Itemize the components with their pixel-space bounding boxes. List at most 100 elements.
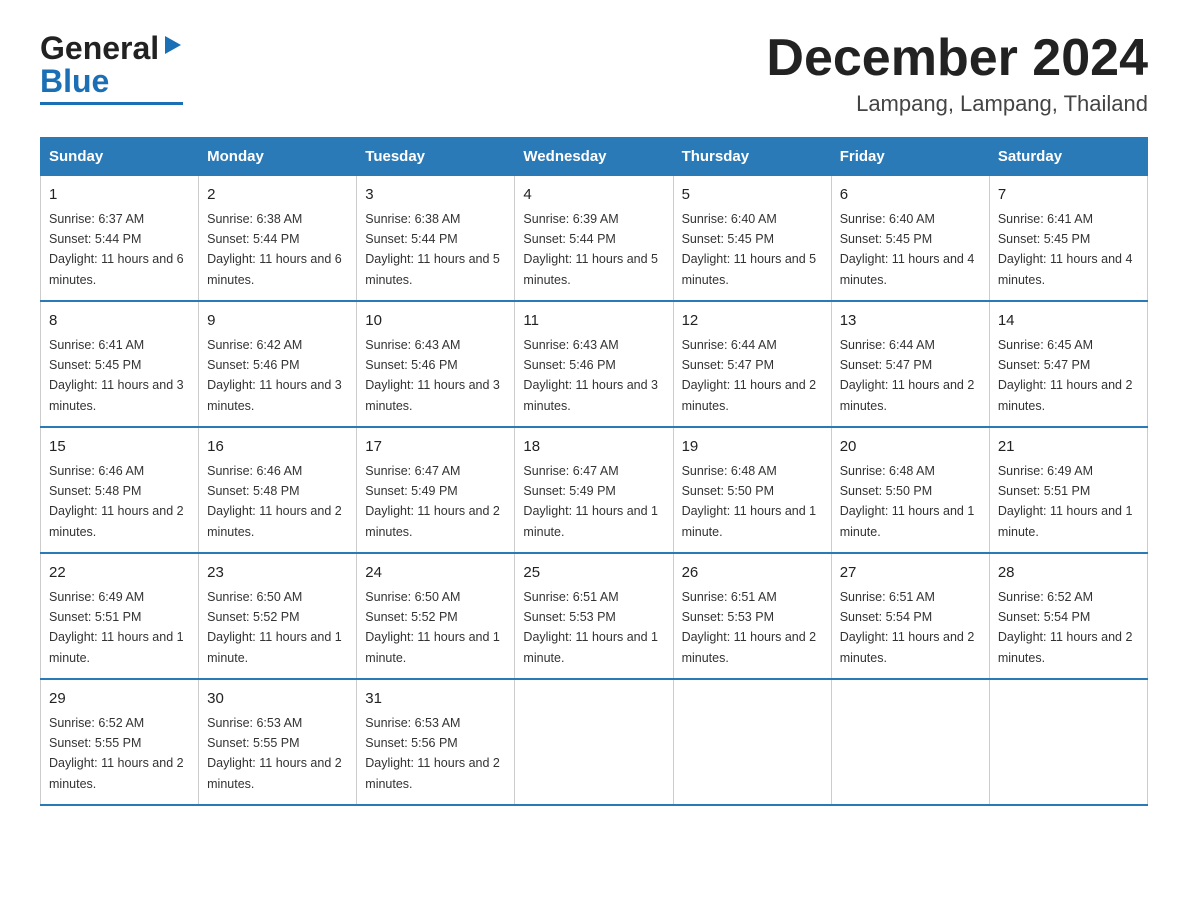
day-info: Sunrise: 6:46 AMSunset: 5:48 PMDaylight:… [49,464,184,539]
day-info: Sunrise: 6:49 AMSunset: 5:51 PMDaylight:… [49,590,184,665]
table-row [831,679,989,805]
table-row: 21 Sunrise: 6:49 AMSunset: 5:51 PMDaylig… [989,427,1147,553]
table-row: 25 Sunrise: 6:51 AMSunset: 5:53 PMDaylig… [515,553,673,679]
day-info: Sunrise: 6:37 AMSunset: 5:44 PMDaylight:… [49,212,184,287]
table-row: 7 Sunrise: 6:41 AMSunset: 5:45 PMDayligh… [989,176,1147,302]
table-row: 26 Sunrise: 6:51 AMSunset: 5:53 PMDaylig… [673,553,831,679]
day-info: Sunrise: 6:42 AMSunset: 5:46 PMDaylight:… [207,338,342,413]
day-info: Sunrise: 6:38 AMSunset: 5:44 PMDaylight:… [365,212,500,287]
day-number: 20 [840,436,981,459]
day-number: 3 [365,184,506,207]
table-row: 3 Sunrise: 6:38 AMSunset: 5:44 PMDayligh… [357,176,515,302]
logo-blue: Blue [40,63,109,100]
day-number: 28 [998,562,1139,585]
table-row: 18 Sunrise: 6:47 AMSunset: 5:49 PMDaylig… [515,427,673,553]
day-number: 2 [207,184,348,207]
day-number: 24 [365,562,506,585]
table-row: 24 Sunrise: 6:50 AMSunset: 5:52 PMDaylig… [357,553,515,679]
table-row: 6 Sunrise: 6:40 AMSunset: 5:45 PMDayligh… [831,176,989,302]
col-tuesday: Tuesday [357,138,515,176]
day-info: Sunrise: 6:52 AMSunset: 5:54 PMDaylight:… [998,590,1133,665]
table-row: 2 Sunrise: 6:38 AMSunset: 5:44 PMDayligh… [199,176,357,302]
table-row: 11 Sunrise: 6:43 AMSunset: 5:46 PMDaylig… [515,301,673,427]
logo-general: General [40,30,159,67]
day-number: 17 [365,436,506,459]
table-row: 13 Sunrise: 6:44 AMSunset: 5:47 PMDaylig… [831,301,989,427]
day-info: Sunrise: 6:43 AMSunset: 5:46 PMDaylight:… [365,338,500,413]
day-info: Sunrise: 6:40 AMSunset: 5:45 PMDaylight:… [682,212,817,287]
day-info: Sunrise: 6:53 AMSunset: 5:55 PMDaylight:… [207,716,342,791]
calendar-week-row: 15 Sunrise: 6:46 AMSunset: 5:48 PMDaylig… [41,427,1148,553]
table-row: 31 Sunrise: 6:53 AMSunset: 5:56 PMDaylig… [357,679,515,805]
calendar-week-row: 1 Sunrise: 6:37 AMSunset: 5:44 PMDayligh… [41,176,1148,302]
logo-triangle-icon [161,34,183,56]
day-number: 23 [207,562,348,585]
day-info: Sunrise: 6:44 AMSunset: 5:47 PMDaylight:… [682,338,817,413]
day-number: 22 [49,562,190,585]
day-number: 14 [998,310,1139,333]
day-info: Sunrise: 6:43 AMSunset: 5:46 PMDaylight:… [523,338,658,413]
day-number: 18 [523,436,664,459]
day-number: 11 [523,310,664,333]
logo-underline [40,102,183,105]
day-number: 1 [49,184,190,207]
table-row: 15 Sunrise: 6:46 AMSunset: 5:48 PMDaylig… [41,427,199,553]
day-number: 25 [523,562,664,585]
table-row: 20 Sunrise: 6:48 AMSunset: 5:50 PMDaylig… [831,427,989,553]
day-info: Sunrise: 6:41 AMSunset: 5:45 PMDaylight:… [49,338,184,413]
day-info: Sunrise: 6:53 AMSunset: 5:56 PMDaylight:… [365,716,500,791]
day-info: Sunrise: 6:48 AMSunset: 5:50 PMDaylight:… [682,464,817,539]
table-row: 17 Sunrise: 6:47 AMSunset: 5:49 PMDaylig… [357,427,515,553]
day-info: Sunrise: 6:44 AMSunset: 5:47 PMDaylight:… [840,338,975,413]
day-number: 9 [207,310,348,333]
day-info: Sunrise: 6:47 AMSunset: 5:49 PMDaylight:… [365,464,500,539]
table-row: 4 Sunrise: 6:39 AMSunset: 5:44 PMDayligh… [515,176,673,302]
day-number: 12 [682,310,823,333]
table-row: 29 Sunrise: 6:52 AMSunset: 5:55 PMDaylig… [41,679,199,805]
day-info: Sunrise: 6:50 AMSunset: 5:52 PMDaylight:… [365,590,500,665]
table-row: 8 Sunrise: 6:41 AMSunset: 5:45 PMDayligh… [41,301,199,427]
table-row: 23 Sunrise: 6:50 AMSunset: 5:52 PMDaylig… [199,553,357,679]
col-friday: Friday [831,138,989,176]
logo: General Blue [40,30,183,105]
col-saturday: Saturday [989,138,1147,176]
col-sunday: Sunday [41,138,199,176]
day-info: Sunrise: 6:40 AMSunset: 5:45 PMDaylight:… [840,212,975,287]
table-row: 28 Sunrise: 6:52 AMSunset: 5:54 PMDaylig… [989,553,1147,679]
table-row: 16 Sunrise: 6:46 AMSunset: 5:48 PMDaylig… [199,427,357,553]
day-number: 4 [523,184,664,207]
day-info: Sunrise: 6:51 AMSunset: 5:53 PMDaylight:… [682,590,817,665]
day-number: 19 [682,436,823,459]
col-thursday: Thursday [673,138,831,176]
page-header: General Blue December 2024 Lampang, Lamp… [40,30,1148,117]
col-monday: Monday [199,138,357,176]
calendar-table: Sunday Monday Tuesday Wednesday Thursday… [40,137,1148,806]
table-row: 10 Sunrise: 6:43 AMSunset: 5:46 PMDaylig… [357,301,515,427]
table-row [673,679,831,805]
location-title: Lampang, Lampang, Thailand [766,91,1148,117]
title-area: December 2024 Lampang, Lampang, Thailand [766,30,1148,117]
calendar-week-row: 22 Sunrise: 6:49 AMSunset: 5:51 PMDaylig… [41,553,1148,679]
table-row: 30 Sunrise: 6:53 AMSunset: 5:55 PMDaylig… [199,679,357,805]
table-row: 5 Sunrise: 6:40 AMSunset: 5:45 PMDayligh… [673,176,831,302]
table-row: 12 Sunrise: 6:44 AMSunset: 5:47 PMDaylig… [673,301,831,427]
day-number: 27 [840,562,981,585]
table-row: 22 Sunrise: 6:49 AMSunset: 5:51 PMDaylig… [41,553,199,679]
day-info: Sunrise: 6:39 AMSunset: 5:44 PMDaylight:… [523,212,658,287]
day-info: Sunrise: 6:48 AMSunset: 5:50 PMDaylight:… [840,464,975,539]
day-number: 31 [365,688,506,711]
day-number: 26 [682,562,823,585]
day-info: Sunrise: 6:45 AMSunset: 5:47 PMDaylight:… [998,338,1133,413]
day-number: 13 [840,310,981,333]
day-info: Sunrise: 6:51 AMSunset: 5:53 PMDaylight:… [523,590,658,665]
table-row: 19 Sunrise: 6:48 AMSunset: 5:50 PMDaylig… [673,427,831,553]
day-info: Sunrise: 6:49 AMSunset: 5:51 PMDaylight:… [998,464,1133,539]
table-row: 1 Sunrise: 6:37 AMSunset: 5:44 PMDayligh… [41,176,199,302]
day-info: Sunrise: 6:51 AMSunset: 5:54 PMDaylight:… [840,590,975,665]
day-number: 29 [49,688,190,711]
col-wednesday: Wednesday [515,138,673,176]
day-number: 30 [207,688,348,711]
day-number: 15 [49,436,190,459]
day-number: 5 [682,184,823,207]
day-number: 10 [365,310,506,333]
